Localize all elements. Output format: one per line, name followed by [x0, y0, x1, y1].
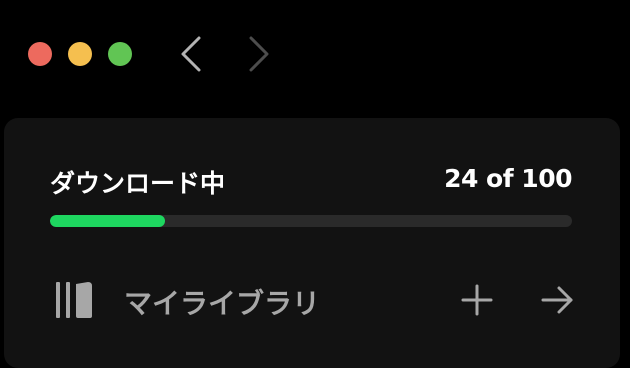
library-icon	[56, 282, 92, 318]
download-count: 24 of 100	[444, 164, 572, 193]
window-zoom-button[interactable]	[108, 42, 132, 66]
library-panel: ダウンロード中 24 of 100 マイライブラリ	[4, 118, 620, 368]
download-progress-bar	[50, 215, 572, 227]
chevron-right-icon[interactable]	[238, 34, 278, 74]
arrow-right-icon[interactable]	[540, 283, 574, 317]
download-title: ダウンロード中	[50, 169, 226, 198]
plus-icon[interactable]	[460, 283, 494, 317]
download-progress-fill	[50, 215, 165, 227]
chevron-left-icon[interactable]	[172, 34, 212, 74]
window-minimize-button[interactable]	[68, 42, 92, 66]
window-close-button[interactable]	[28, 42, 52, 66]
library-label: マイライブラリ	[124, 287, 321, 320]
download-status: ダウンロード中 24 of 100	[50, 158, 572, 198]
library-header[interactable]: マイライブラリ	[50, 276, 574, 324]
title-bar	[0, 0, 630, 110]
